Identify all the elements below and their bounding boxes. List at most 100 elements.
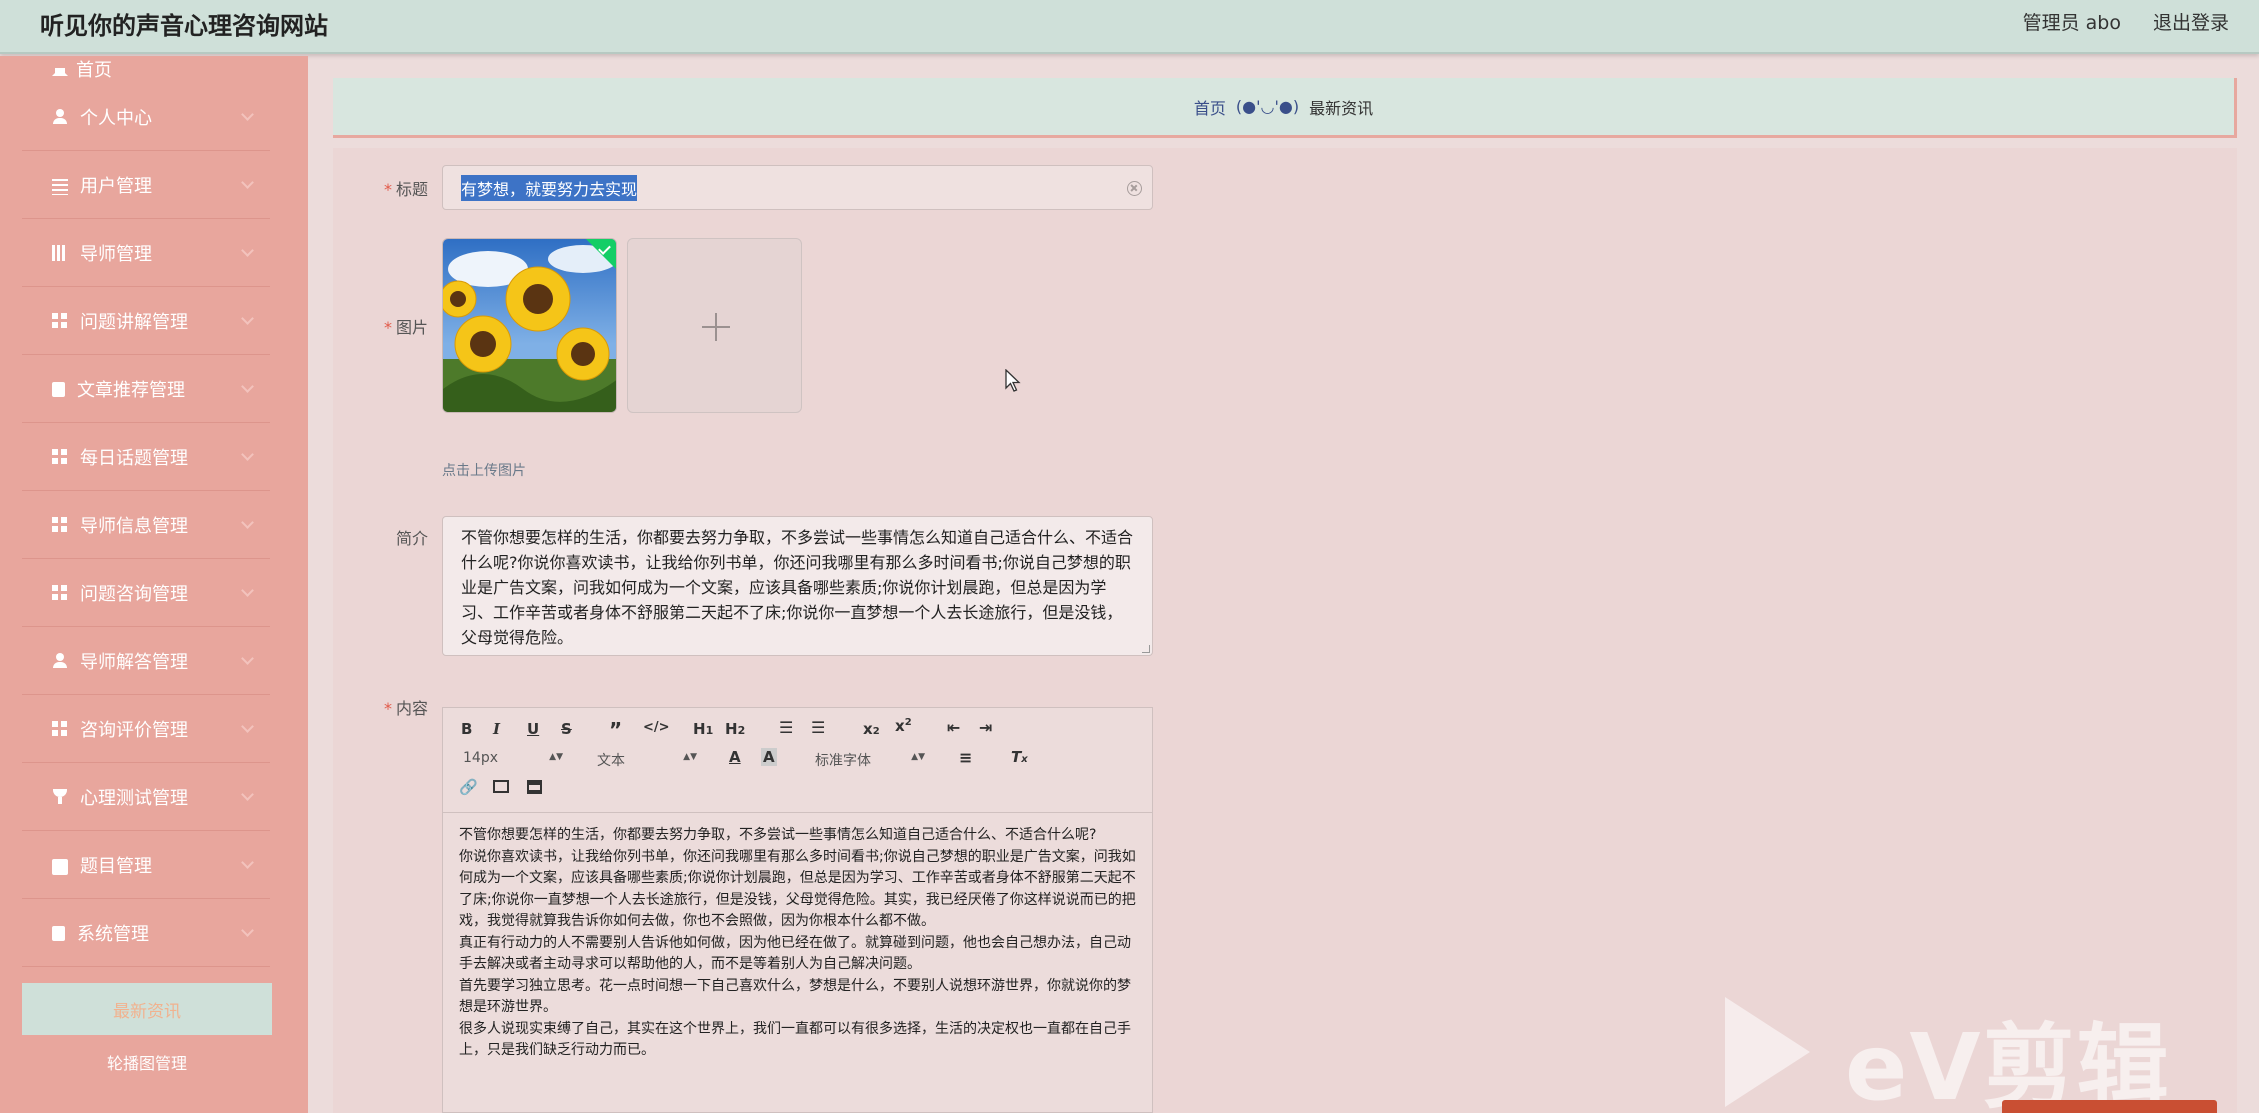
sidebar-item-label: 心理测试管理 — [80, 788, 188, 809]
sidebar-item-label: 问题咨询管理 — [80, 584, 188, 605]
uploaded-image-thumbnail[interactable] — [442, 238, 617, 413]
rich-text-editor: B I U S ” </> H1 H2 ☰ ☰ x2 x2 ⇤ ⇥ 14px ▲▼… — [442, 707, 1153, 1113]
ordered-list-icon[interactable]: ☰ — [779, 718, 793, 737]
chevron-down-icon — [241, 856, 254, 869]
background-color-icon[interactable]: A — [761, 748, 777, 766]
subscript-icon[interactable]: x2 — [863, 720, 880, 738]
font-family-select[interactable]: 标准字体 ▲▼ — [815, 750, 925, 770]
sidebar-subitem-carousel[interactable]: 轮播图管理 — [22, 1042, 272, 1082]
clear-icon[interactable] — [1127, 181, 1142, 196]
sidebar-item-mentor-info[interactable]: 导师信息管理 — [22, 492, 270, 559]
image-icon[interactable] — [493, 780, 509, 793]
strikethrough-icon[interactable]: S — [561, 720, 572, 738]
resize-grip-icon[interactable] — [1142, 645, 1150, 653]
content-paragraph: 你说你喜欢读书，让我给你列书单，你还问我哪里有那么多时间看书;你说自己梦想的职业… — [459, 848, 1136, 930]
sidebar-item-label: 个人中心 — [80, 108, 152, 129]
trophy-icon — [52, 789, 68, 805]
grid-icon — [52, 517, 68, 533]
sidebar-item-label: 导师解答管理 — [80, 652, 188, 673]
outdent-icon[interactable]: ⇤ — [947, 718, 960, 737]
logout-link[interactable]: 退出登录 — [2153, 8, 2229, 35]
sidebar-item-consult-review[interactable]: 咨询评价管理 — [22, 696, 270, 763]
font-color-icon[interactable]: A — [729, 748, 741, 766]
intro-textarea-value: 不管你想要怎样的生活，你都要去努力争取，不多尝试一些事情怎么知道自己适合什么、不… — [461, 528, 1134, 647]
sidebar-item-label: 用户管理 — [80, 176, 152, 197]
sidebar-item-label: 每日话题管理 — [80, 448, 188, 469]
sidebar-item-home[interactable]: 首页 — [22, 56, 270, 84]
breadcrumb-home[interactable]: 首页 — [1194, 95, 1226, 119]
chevron-down-icon — [241, 176, 254, 189]
chevron-down-icon — [241, 516, 254, 529]
chevron-down-icon — [241, 108, 254, 121]
sidebar-item-question-bank[interactable]: 题目管理 — [22, 832, 270, 899]
align-icon[interactable]: ≡ — [959, 748, 972, 767]
title-input[interactable]: 有梦想，就要努力去实现 — [442, 165, 1153, 210]
paragraph-select[interactable]: 文本 ▲▼ — [597, 750, 697, 770]
sidebar-item-daily-topic[interactable]: 每日话题管理 — [22, 424, 270, 491]
chevron-down-icon — [241, 720, 254, 733]
sidebar-item-personal-center[interactable]: 个人中心 — [22, 84, 270, 151]
sidebar-item-question-explain[interactable]: 问题讲解管理 — [22, 288, 270, 355]
breadcrumb: 首页 (●'◡'●) 最新资讯 — [333, 78, 2237, 138]
intro-textarea[interactable]: 不管你想要怎样的生活，你都要去努力争取，不多尝试一些事情怎么知道自己适合什么、不… — [442, 516, 1153, 656]
watermark-play-icon — [1725, 997, 1810, 1107]
underline-icon[interactable]: U — [527, 720, 539, 738]
breadcrumb-separator: (●'◡'●) — [1235, 97, 1300, 116]
sidebar-item-mentor-management[interactable]: 导师管理 — [22, 220, 270, 287]
sidebar-item-label: 文章推荐管理 — [77, 380, 185, 401]
clipboard-icon — [52, 925, 65, 941]
home-icon — [52, 60, 68, 76]
bullet-list-icon[interactable]: ☰ — [811, 718, 825, 737]
sidebar-item-label: 导师信息管理 — [80, 516, 188, 537]
title-label: * 标题 — [383, 180, 428, 199]
user-icon — [52, 109, 68, 125]
video-icon[interactable] — [527, 780, 542, 794]
code-block-icon[interactable]: </> — [643, 720, 670, 735]
top-header: 听见你的声音心理咨询网站 管理员 abo 退出登录 — [0, 0, 2259, 54]
image-upload-button[interactable] — [627, 238, 802, 413]
sidebar-item-article-recommend[interactable]: 文章推荐管理 — [22, 356, 270, 423]
clipboard-icon — [52, 381, 65, 397]
sidebar-item-mentor-answer[interactable]: 导师解答管理 — [22, 628, 270, 695]
sidebar-item-label: 系统管理 — [77, 924, 149, 945]
sidebar-item-label: 导师管理 — [80, 244, 152, 265]
sidebar-item-system[interactable]: 系统管理 — [22, 900, 270, 967]
heading2-icon[interactable]: H2 — [725, 720, 745, 738]
grid-icon — [52, 721, 68, 737]
list-icon — [52, 178, 68, 195]
content-paragraph: 真正有行动力的人不需要别人告诉他如何做，因为他已经在做了。就算碰到问题，他也会自… — [459, 934, 1131, 973]
sidebar-item-psych-test[interactable]: 心理测试管理 — [22, 764, 270, 831]
chevron-down-icon — [241, 244, 254, 257]
editor-content[interactable]: 不管你想要怎样的生活，你都要去努力争取，不多尝试一些事情怎么知道自己适合什么、不… — [443, 813, 1152, 1074]
grid-icon — [52, 313, 68, 329]
sidebar-item-label: 题目管理 — [80, 856, 152, 877]
watermark-badge — [2002, 1100, 2217, 1113]
chevron-down-icon — [241, 312, 254, 325]
sidebar-subitem-latest-news[interactable]: 最新资讯 — [22, 983, 272, 1035]
breadcrumb-current: 最新资讯 — [1309, 98, 1374, 118]
chevron-down-icon — [241, 788, 254, 801]
bold-icon[interactable]: B — [461, 720, 472, 738]
link-icon[interactable]: 🔗 — [459, 778, 478, 796]
title-input-value: 有梦想，就要努力去实现 — [461, 174, 638, 201]
indent-icon[interactable]: ⇥ — [979, 718, 992, 737]
content-paragraph: 不管你想要怎样的生活，你都要去努力争取，不多尝试一些事情怎么知道自己适合什么、不… — [459, 827, 1097, 843]
chevron-down-icon — [241, 448, 254, 461]
blockquote-icon[interactable]: ” — [609, 718, 622, 742]
sidebar-item-question-consult[interactable]: 问题咨询管理 — [22, 560, 270, 627]
superscript-icon[interactable]: x2 — [895, 717, 912, 735]
sidebar: 首页 个人中心 用户管理 导师管理 问题讲解管理 文章推荐管理 每日话题管理 导… — [0, 56, 308, 1113]
heading1-icon[interactable]: H1 — [693, 720, 713, 738]
sidebar-item-user-management[interactable]: 用户管理 — [22, 152, 270, 219]
briefcase-icon — [52, 859, 68, 875]
italic-icon[interactable]: I — [493, 720, 500, 738]
watermark-text: eV剪辑 — [1845, 1014, 2171, 1113]
clear-format-icon[interactable]: Tx — [1011, 748, 1028, 766]
sidebar-item-label: 问题讲解管理 — [80, 312, 188, 333]
upload-hint: 点击上传图片 — [442, 463, 526, 479]
chevron-down-icon — [241, 924, 254, 937]
user-icon — [52, 653, 68, 669]
admin-user-label[interactable]: 管理员 abo — [2023, 8, 2121, 35]
font-size-select[interactable]: 14px ▲▼ — [463, 750, 563, 766]
chevron-down-icon — [241, 584, 254, 597]
